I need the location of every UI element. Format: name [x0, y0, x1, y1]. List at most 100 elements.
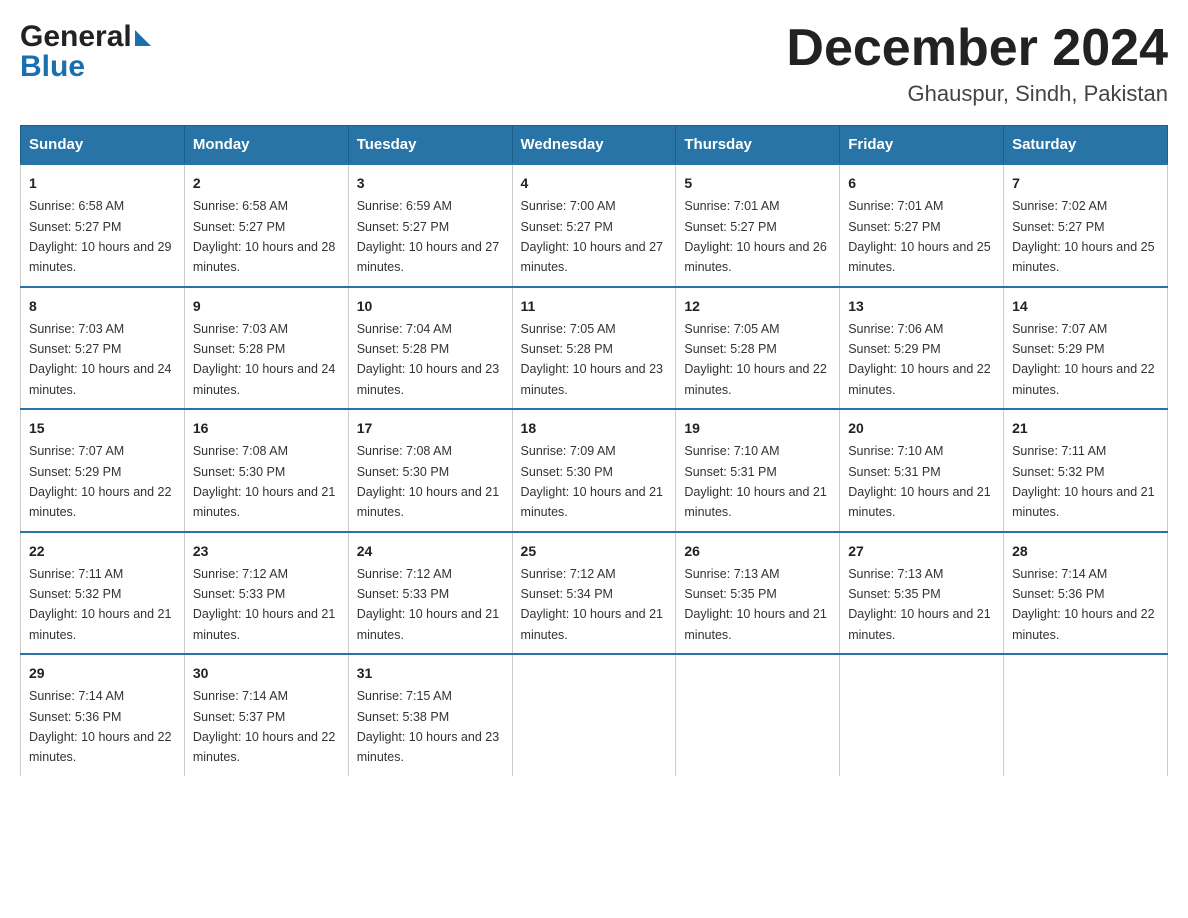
- week-row-1: 1 Sunrise: 6:58 AMSunset: 5:27 PMDayligh…: [21, 164, 1168, 287]
- day-info: Sunrise: 7:07 AMSunset: 5:29 PMDaylight:…: [1012, 322, 1154, 397]
- day-cell: [676, 654, 840, 776]
- day-number: 10: [357, 296, 504, 317]
- day-cell: [1004, 654, 1168, 776]
- day-number: 27: [848, 541, 995, 562]
- day-number: 3: [357, 173, 504, 194]
- day-cell: 29 Sunrise: 7:14 AMSunset: 5:36 PMDaylig…: [21, 654, 185, 776]
- day-info: Sunrise: 7:05 AMSunset: 5:28 PMDaylight:…: [521, 322, 663, 397]
- day-cell: 2 Sunrise: 6:58 AMSunset: 5:27 PMDayligh…: [184, 164, 348, 287]
- day-number: 28: [1012, 541, 1159, 562]
- day-cell: 21 Sunrise: 7:11 AMSunset: 5:32 PMDaylig…: [1004, 409, 1168, 532]
- day-info: Sunrise: 7:09 AMSunset: 5:30 PMDaylight:…: [521, 444, 663, 519]
- day-cell: 11 Sunrise: 7:05 AMSunset: 5:28 PMDaylig…: [512, 287, 676, 410]
- day-number: 2: [193, 173, 340, 194]
- day-info: Sunrise: 7:11 AMSunset: 5:32 PMDaylight:…: [29, 567, 171, 642]
- day-number: 24: [357, 541, 504, 562]
- day-info: Sunrise: 7:03 AMSunset: 5:28 PMDaylight:…: [193, 322, 335, 397]
- day-number: 9: [193, 296, 340, 317]
- day-number: 31: [357, 663, 504, 684]
- day-info: Sunrise: 7:12 AMSunset: 5:33 PMDaylight:…: [193, 567, 335, 642]
- day-number: 21: [1012, 418, 1159, 439]
- week-row-3: 15 Sunrise: 7:07 AMSunset: 5:29 PMDaylig…: [21, 409, 1168, 532]
- day-cell: 18 Sunrise: 7:09 AMSunset: 5:30 PMDaylig…: [512, 409, 676, 532]
- day-number: 5: [684, 173, 831, 194]
- day-number: 26: [684, 541, 831, 562]
- logo-triangle-icon: [135, 30, 151, 46]
- header-friday: Friday: [840, 126, 1004, 165]
- day-cell: 12 Sunrise: 7:05 AMSunset: 5:28 PMDaylig…: [676, 287, 840, 410]
- day-cell: 1 Sunrise: 6:58 AMSunset: 5:27 PMDayligh…: [21, 164, 185, 287]
- day-cell: 31 Sunrise: 7:15 AMSunset: 5:38 PMDaylig…: [348, 654, 512, 776]
- day-cell: 6 Sunrise: 7:01 AMSunset: 5:27 PMDayligh…: [840, 164, 1004, 287]
- title-block: December 2024 Ghauspur, Sindh, Pakistan: [786, 20, 1168, 107]
- day-info: Sunrise: 7:14 AMSunset: 5:37 PMDaylight:…: [193, 689, 335, 764]
- day-cell: 13 Sunrise: 7:06 AMSunset: 5:29 PMDaylig…: [840, 287, 1004, 410]
- day-info: Sunrise: 7:11 AMSunset: 5:32 PMDaylight:…: [1012, 444, 1154, 519]
- header-sunday: Sunday: [21, 126, 185, 165]
- day-number: 12: [684, 296, 831, 317]
- day-number: 30: [193, 663, 340, 684]
- day-number: 11: [521, 296, 668, 317]
- day-info: Sunrise: 7:07 AMSunset: 5:29 PMDaylight:…: [29, 444, 171, 519]
- day-info: Sunrise: 7:14 AMSunset: 5:36 PMDaylight:…: [29, 689, 171, 764]
- day-info: Sunrise: 6:58 AMSunset: 5:27 PMDaylight:…: [193, 199, 335, 274]
- header-wednesday: Wednesday: [512, 126, 676, 165]
- day-info: Sunrise: 7:14 AMSunset: 5:36 PMDaylight:…: [1012, 567, 1154, 642]
- week-row-4: 22 Sunrise: 7:11 AMSunset: 5:32 PMDaylig…: [21, 532, 1168, 655]
- header-thursday: Thursday: [676, 126, 840, 165]
- calendar-subtitle: Ghauspur, Sindh, Pakistan: [786, 81, 1168, 107]
- day-info: Sunrise: 7:03 AMSunset: 5:27 PMDaylight:…: [29, 322, 171, 397]
- day-info: Sunrise: 7:05 AMSunset: 5:28 PMDaylight:…: [684, 322, 826, 397]
- day-number: 20: [848, 418, 995, 439]
- day-cell: 23 Sunrise: 7:12 AMSunset: 5:33 PMDaylig…: [184, 532, 348, 655]
- day-info: Sunrise: 7:08 AMSunset: 5:30 PMDaylight:…: [357, 444, 499, 519]
- logo: General Blue: [20, 20, 151, 84]
- header-tuesday: Tuesday: [348, 126, 512, 165]
- day-info: Sunrise: 7:12 AMSunset: 5:34 PMDaylight:…: [521, 567, 663, 642]
- day-number: 16: [193, 418, 340, 439]
- day-cell: 19 Sunrise: 7:10 AMSunset: 5:31 PMDaylig…: [676, 409, 840, 532]
- day-cell: [512, 654, 676, 776]
- day-cell: 28 Sunrise: 7:14 AMSunset: 5:36 PMDaylig…: [1004, 532, 1168, 655]
- day-number: 4: [521, 173, 668, 194]
- day-cell: 24 Sunrise: 7:12 AMSunset: 5:33 PMDaylig…: [348, 532, 512, 655]
- day-cell: 22 Sunrise: 7:11 AMSunset: 5:32 PMDaylig…: [21, 532, 185, 655]
- day-number: 19: [684, 418, 831, 439]
- day-cell: 8 Sunrise: 7:03 AMSunset: 5:27 PMDayligh…: [21, 287, 185, 410]
- day-number: 7: [1012, 173, 1159, 194]
- day-cell: 15 Sunrise: 7:07 AMSunset: 5:29 PMDaylig…: [21, 409, 185, 532]
- day-cell: 20 Sunrise: 7:10 AMSunset: 5:31 PMDaylig…: [840, 409, 1004, 532]
- day-number: 22: [29, 541, 176, 562]
- day-cell: 7 Sunrise: 7:02 AMSunset: 5:27 PMDayligh…: [1004, 164, 1168, 287]
- day-number: 1: [29, 173, 176, 194]
- day-number: 25: [521, 541, 668, 562]
- day-cell: 3 Sunrise: 6:59 AMSunset: 5:27 PMDayligh…: [348, 164, 512, 287]
- day-info: Sunrise: 7:00 AMSunset: 5:27 PMDaylight:…: [521, 199, 663, 274]
- day-number: 14: [1012, 296, 1159, 317]
- day-cell: 14 Sunrise: 7:07 AMSunset: 5:29 PMDaylig…: [1004, 287, 1168, 410]
- day-info: Sunrise: 7:13 AMSunset: 5:35 PMDaylight:…: [684, 567, 826, 642]
- day-info: Sunrise: 7:04 AMSunset: 5:28 PMDaylight:…: [357, 322, 499, 397]
- week-row-5: 29 Sunrise: 7:14 AMSunset: 5:36 PMDaylig…: [21, 654, 1168, 776]
- day-number: 13: [848, 296, 995, 317]
- day-info: Sunrise: 7:06 AMSunset: 5:29 PMDaylight:…: [848, 322, 990, 397]
- day-cell: 16 Sunrise: 7:08 AMSunset: 5:30 PMDaylig…: [184, 409, 348, 532]
- day-cell: 26 Sunrise: 7:13 AMSunset: 5:35 PMDaylig…: [676, 532, 840, 655]
- day-cell: 4 Sunrise: 7:00 AMSunset: 5:27 PMDayligh…: [512, 164, 676, 287]
- day-cell: 25 Sunrise: 7:12 AMSunset: 5:34 PMDaylig…: [512, 532, 676, 655]
- day-info: Sunrise: 7:12 AMSunset: 5:33 PMDaylight:…: [357, 567, 499, 642]
- day-info: Sunrise: 7:13 AMSunset: 5:35 PMDaylight:…: [848, 567, 990, 642]
- day-cell: 17 Sunrise: 7:08 AMSunset: 5:30 PMDaylig…: [348, 409, 512, 532]
- day-number: 17: [357, 418, 504, 439]
- day-info: Sunrise: 7:01 AMSunset: 5:27 PMDaylight:…: [848, 199, 990, 274]
- day-info: Sunrise: 7:10 AMSunset: 5:31 PMDaylight:…: [684, 444, 826, 519]
- week-row-2: 8 Sunrise: 7:03 AMSunset: 5:27 PMDayligh…: [21, 287, 1168, 410]
- day-info: Sunrise: 7:15 AMSunset: 5:38 PMDaylight:…: [357, 689, 499, 764]
- day-cell: 10 Sunrise: 7:04 AMSunset: 5:28 PMDaylig…: [348, 287, 512, 410]
- day-number: 29: [29, 663, 176, 684]
- calendar-title: December 2024: [786, 20, 1168, 77]
- day-info: Sunrise: 7:02 AMSunset: 5:27 PMDaylight:…: [1012, 199, 1154, 274]
- day-number: 6: [848, 173, 995, 194]
- day-info: Sunrise: 6:58 AMSunset: 5:27 PMDaylight:…: [29, 199, 171, 274]
- day-info: Sunrise: 7:01 AMSunset: 5:27 PMDaylight:…: [684, 199, 826, 274]
